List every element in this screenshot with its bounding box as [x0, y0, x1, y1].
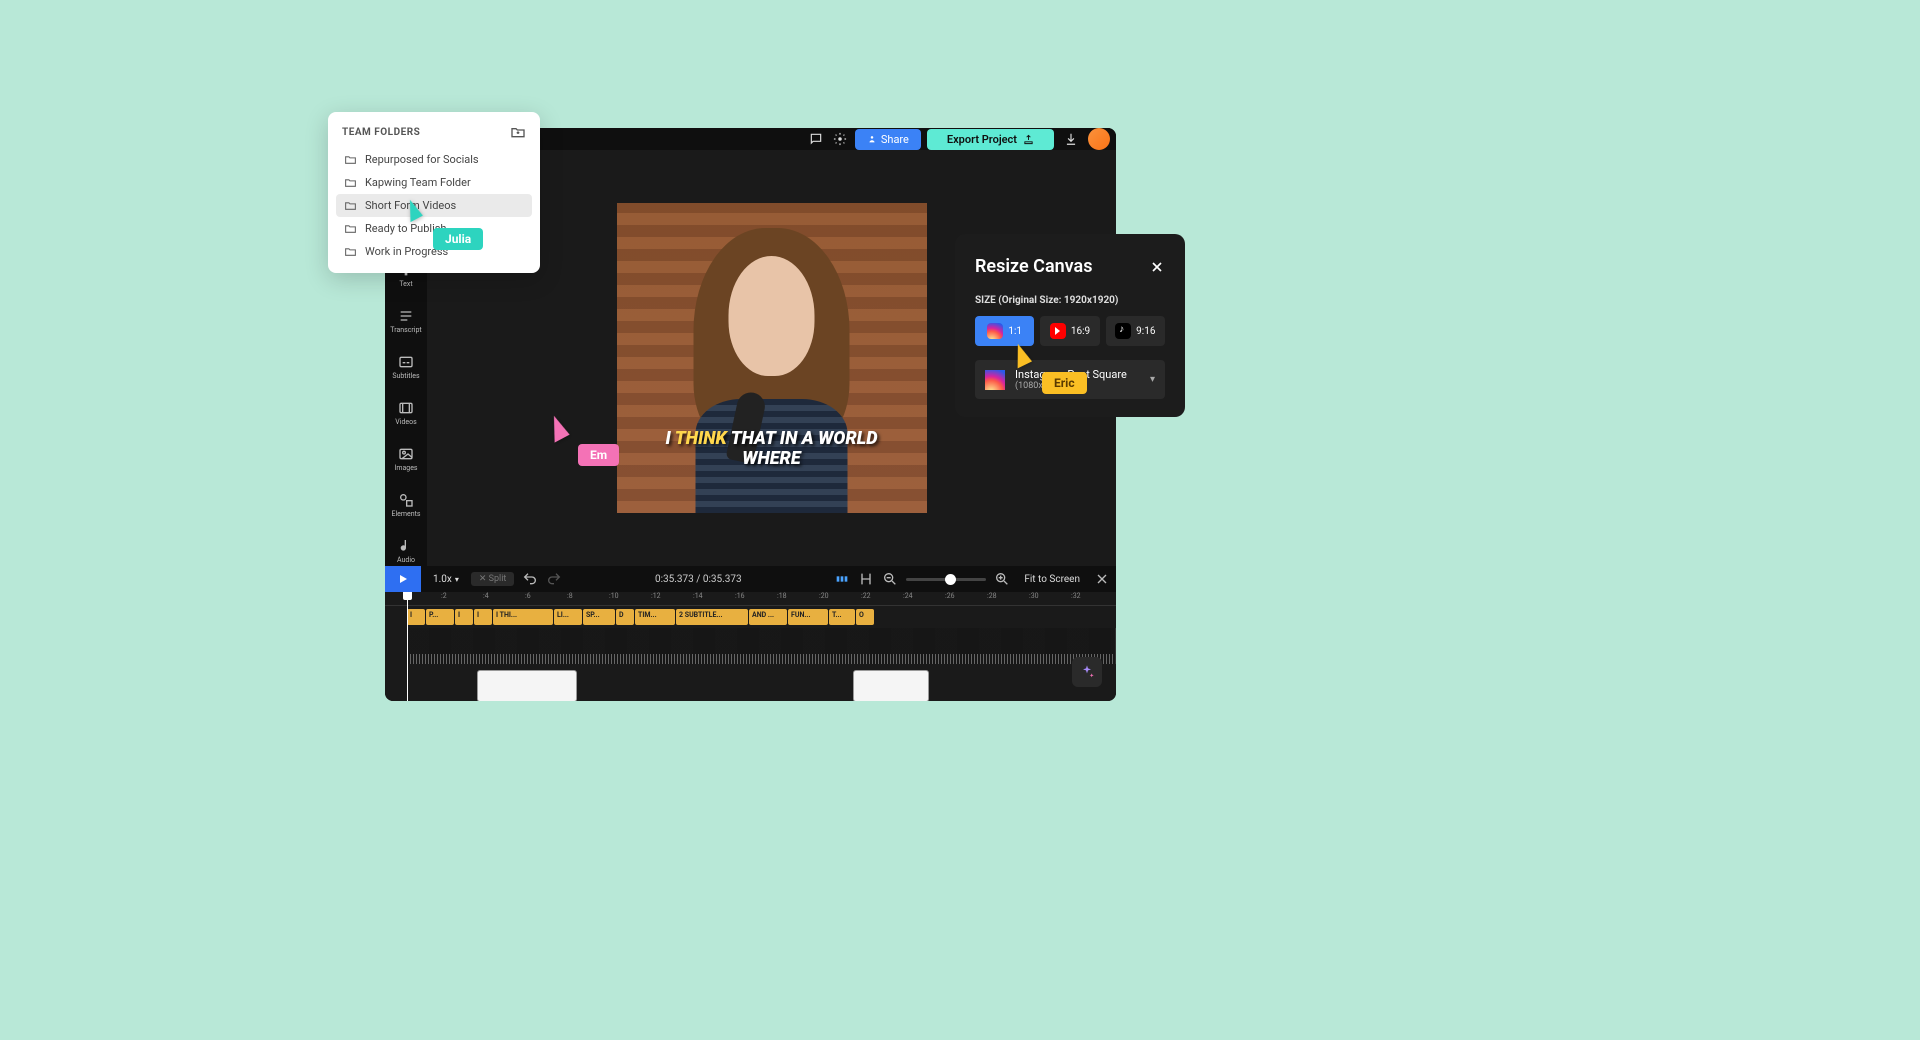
ruler-tick: :16 [735, 592, 745, 600]
cursor-label: Julia [433, 228, 483, 250]
subtitle-segment[interactable]: D [616, 609, 634, 625]
snap-icon[interactable] [834, 571, 850, 587]
subtitle-segment[interactable]: AND ... [749, 609, 787, 625]
undo-icon[interactable] [522, 571, 538, 587]
subtitle-segment[interactable]: O [856, 609, 874, 625]
ruler-tick: :24 [903, 592, 913, 600]
sidebar-item-audio[interactable]: Audio [385, 536, 427, 566]
zoom-in-icon[interactable] [994, 571, 1010, 587]
user-avatar[interactable] [1088, 128, 1110, 150]
playback-bar: 1.0x ▾ ✕ Split 0:35.373 / 0:35.373 F [385, 566, 1116, 592]
collaborator-cursor-julia: Julia [405, 200, 483, 250]
sidebar-item-transcript[interactable]: Transcript [385, 306, 427, 336]
video-caption: I THINK THAT IN A WORLD WHERE [617, 429, 927, 469]
ruler-tick: :28 [987, 592, 997, 600]
ruler-tick: :10 [609, 592, 619, 600]
ruler-tick: :8 [567, 592, 573, 600]
playhead[interactable] [407, 592, 408, 701]
folder-item[interactable]: Kapwing Team Folder [336, 171, 532, 194]
playback-speed[interactable]: 1.0x ▾ [429, 574, 463, 585]
ruler-tick: :32 [1071, 592, 1081, 600]
timeline-ruler[interactable]: :2 :4 :6 :8 :10 :12 :14 :16 :18 :20 :22 :24 :26 :28 :3… [385, 592, 1116, 606]
youtube-icon [1050, 323, 1066, 339]
subtitle-segment[interactable]: FUN... [788, 609, 828, 625]
fit-to-screen[interactable]: Fit to Screen [1018, 574, 1086, 585]
subtitle-segment[interactable]: LI... [554, 609, 582, 625]
subtitle-segment[interactable]: I [474, 609, 492, 625]
video-track[interactable] [385, 628, 1116, 666]
subtitle-segment[interactable]: I [455, 609, 473, 625]
folders-title: TEAM FOLDERS [342, 127, 420, 138]
download-icon[interactable] [1060, 128, 1082, 150]
subtitle-segment[interactable]: T... [829, 609, 855, 625]
time-display: 0:35.373 / 0:35.373 [655, 574, 742, 585]
size-label: SIZE (Original Size: 1920x1920) [975, 295, 1165, 306]
timeline[interactable]: :2 :4 :6 :8 :10 :12 :14 :16 :18 :20 :22 :24 :26 :28 :3… [385, 592, 1116, 701]
ratio-1-1[interactable]: 1:1 [975, 316, 1034, 346]
play-button[interactable] [385, 566, 421, 592]
zoom-slider[interactable] [906, 578, 986, 581]
cursor-label: Eric [1042, 372, 1087, 394]
share-button[interactable]: Share [855, 129, 921, 150]
settings-icon[interactable] [831, 130, 849, 148]
instagram-icon [985, 370, 1005, 390]
close-icon[interactable] [1149, 259, 1165, 275]
audio-clip-2[interactable] [853, 670, 929, 701]
resize-title: Resize Canvas [975, 256, 1092, 277]
ruler-tick: :26 [945, 592, 955, 600]
zoom-out-icon[interactable] [882, 571, 898, 587]
audio-clip-1[interactable] [477, 670, 577, 701]
ruler-tick: :20 [819, 592, 829, 600]
redo-icon[interactable] [546, 571, 562, 587]
close-timeline-icon[interactable] [1094, 571, 1110, 587]
subtitle-segment[interactable]: TIM... [635, 609, 675, 625]
cursor-arrow-icon [543, 413, 569, 442]
trim-icon[interactable] [858, 571, 874, 587]
chevron-down-icon: ▾ [1150, 374, 1155, 385]
subtitle-track[interactable]: IP...III THI...LI...SP...DTIM...2 SUBTIT… [385, 608, 1116, 626]
sidebar-item-elements[interactable]: Elements [385, 490, 427, 520]
ruler-tick: :12 [651, 592, 661, 600]
export-button[interactable]: Export Project [927, 129, 1054, 150]
share-label: Share [881, 133, 909, 146]
audio-track[interactable] [385, 670, 1116, 701]
subtitle-segment[interactable]: I [407, 609, 425, 625]
collaborator-cursor-em: Em [548, 416, 619, 466]
ruler-tick: :14 [693, 592, 703, 600]
subtitle-segment[interactable]: 2 SUBTITLE... [676, 609, 748, 625]
ruler-tick: :18 [777, 592, 787, 600]
ruler-tick: :30 [1029, 592, 1039, 600]
split-button[interactable]: ✕ Split [471, 572, 515, 586]
ruler-tick: :4 [483, 592, 489, 600]
ruler-tick: :2 [441, 592, 447, 600]
export-label: Export Project [947, 133, 1017, 146]
folder-item[interactable]: Repurposed for Socials [336, 148, 532, 171]
ratio-9-16[interactable]: 9:16 [1106, 316, 1165, 346]
subtitle-segment[interactable]: I THI... [493, 609, 553, 625]
ratio-16-9[interactable]: 16:9 [1040, 316, 1099, 346]
tiktok-icon [1115, 323, 1131, 339]
sidebar-item-subtitles[interactable]: Subtitles [385, 352, 427, 382]
subtitle-segment[interactable]: P... [426, 609, 454, 625]
cursor-arrow-icon [1008, 342, 1032, 369]
comment-icon[interactable] [807, 130, 825, 148]
subtitle-segment[interactable]: SP... [583, 609, 615, 625]
sidebar-item-images[interactable]: Images [385, 444, 427, 474]
ruler-tick: :6 [525, 592, 531, 600]
aspect-ratio-group: 1:1 16:9 9:16 [975, 316, 1165, 346]
collaborator-cursor-eric: Eric [1012, 344, 1087, 394]
magic-tools-button[interactable] [1072, 657, 1102, 687]
ruler-tick: :22 [861, 592, 871, 600]
cursor-label: Em [578, 444, 619, 466]
video-preview[interactable]: I THINK THAT IN A WORLD WHERE [617, 203, 927, 513]
cursor-arrow-icon [401, 198, 423, 222]
add-folder-icon[interactable] [510, 124, 526, 140]
instagram-icon [987, 323, 1003, 339]
sidebar-item-videos[interactable]: Videos [385, 398, 427, 428]
